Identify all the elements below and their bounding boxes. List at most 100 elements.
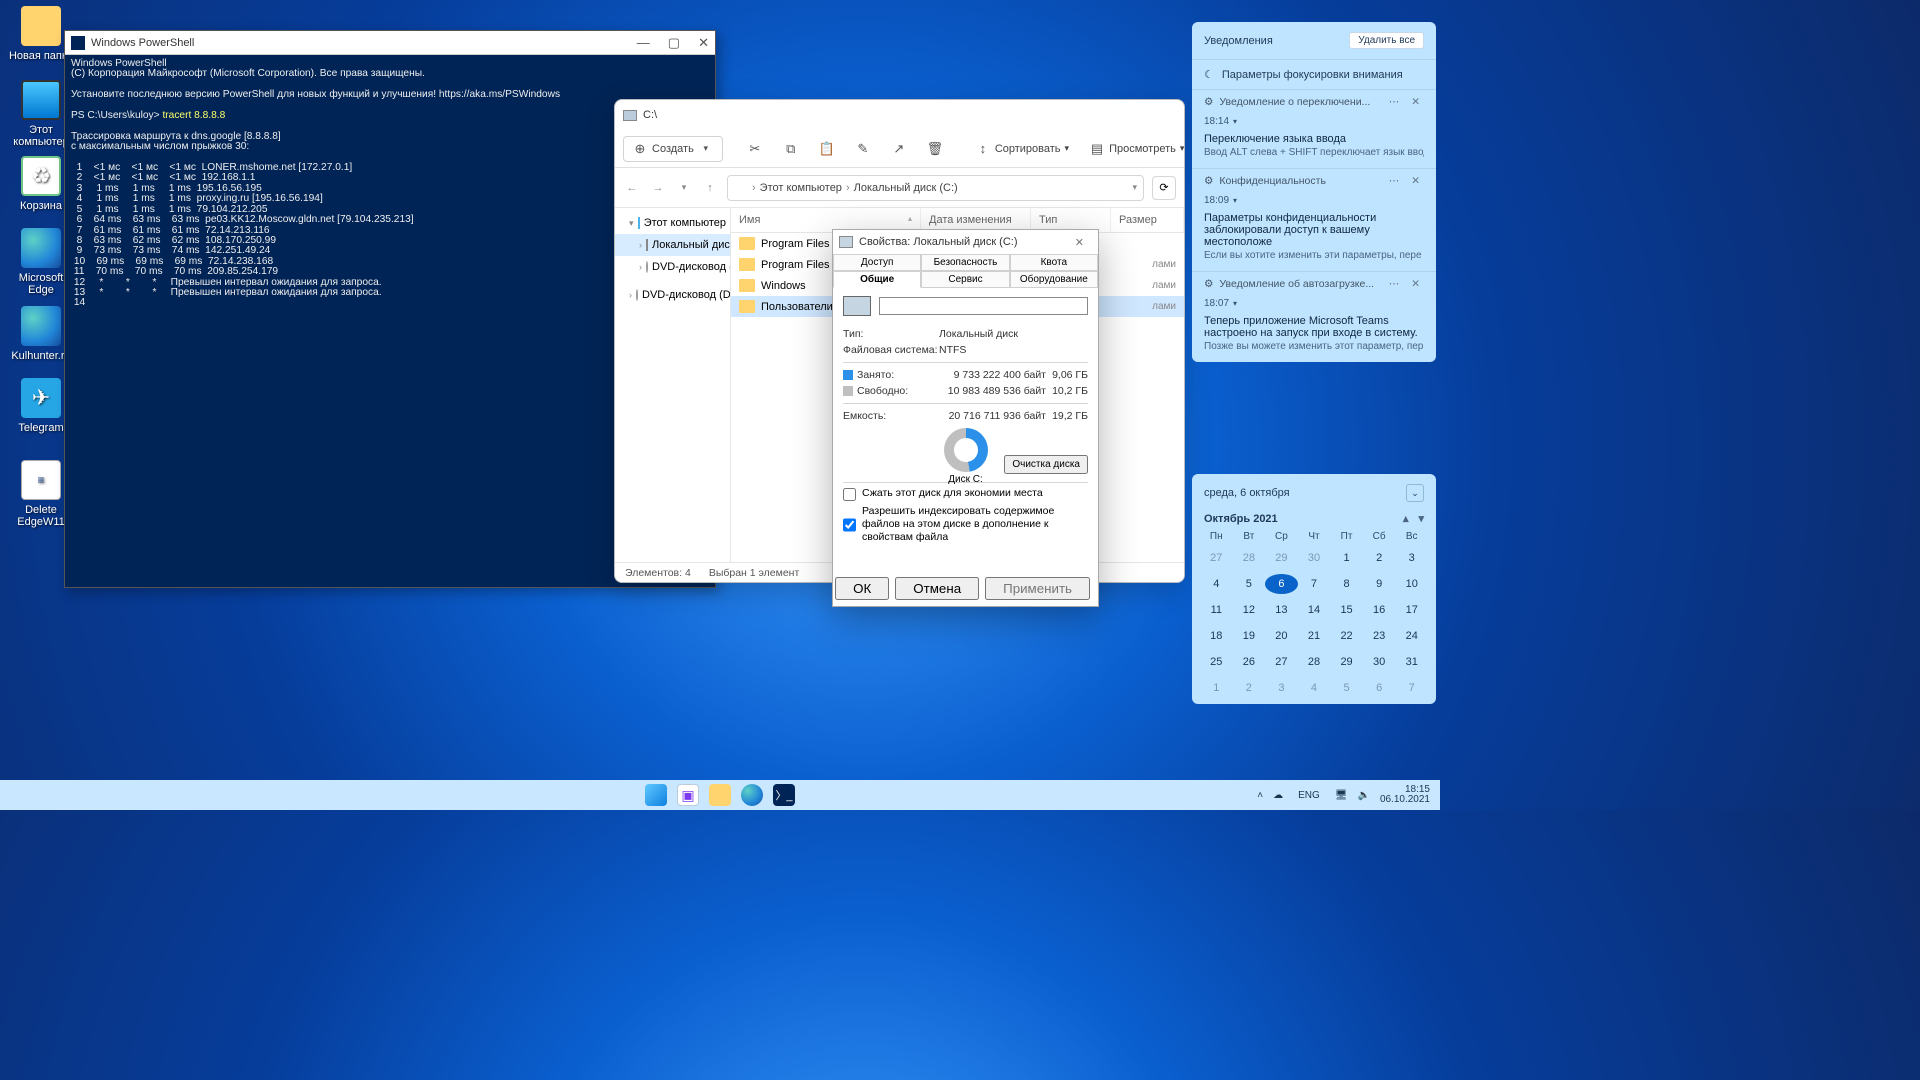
calendar-day[interactable]: 22 [1330, 626, 1363, 646]
calendar-day[interactable]: 28 [1298, 652, 1331, 672]
tree-dvd-d2[interactable]: ›DVD-дисковод (D:) [615, 284, 730, 306]
calendar-day[interactable]: 16 [1363, 600, 1396, 620]
calendar-day[interactable]: 3 [1395, 548, 1428, 568]
share-button[interactable]: ↗ [883, 137, 915, 161]
calendar-day[interactable]: 7 [1395, 678, 1428, 698]
tree-this-pc[interactable]: ▾Этот компьютер [615, 212, 730, 234]
calendar-day[interactable]: 10 [1395, 574, 1428, 594]
calendar-day[interactable]: 5 [1233, 574, 1266, 594]
refresh-button[interactable]: ⟳ [1152, 176, 1176, 200]
cancel-button[interactable]: Отмена [895, 577, 979, 600]
apply-button[interactable]: Применить [985, 577, 1090, 600]
forward-button[interactable]: → [649, 182, 667, 194]
up-button[interactable]: ▾ [675, 182, 693, 193]
focus-settings[interactable]: ☾ Параметры фокусировки внимания [1192, 59, 1436, 89]
calendar-day[interactable]: 1 [1200, 678, 1233, 698]
calendar-day[interactable]: 19 [1233, 626, 1266, 646]
calendar-day[interactable]: 28 [1233, 548, 1266, 568]
calendar-day[interactable]: 5 [1330, 678, 1363, 698]
month-label[interactable]: Октябрь 2021 [1204, 513, 1278, 525]
notification-item[interactable]: Теперь приложение Microsoft Teams настро… [1192, 311, 1436, 362]
tree-local-disk-c[interactable]: ›Локальный диск ( [615, 234, 730, 256]
paste-button[interactable]: 📋 [811, 137, 843, 161]
back-button[interactable]: ← [623, 182, 641, 194]
calendar-day[interactable]: 3 [1265, 678, 1298, 698]
notification-group-header[interactable]: ⚙Уведомление об автозагрузке...⋯✕ [1192, 272, 1436, 296]
tab-general[interactable]: Общие [833, 271, 921, 288]
calendar-day[interactable]: 26 [1233, 652, 1266, 672]
more-icon[interactable]: ⋯ [1389, 278, 1402, 290]
tray-onedrive-icon[interactable]: ☁ [1273, 790, 1283, 801]
tab-quota[interactable]: Квота [1010, 254, 1098, 271]
tab-access[interactable]: Доступ [833, 254, 921, 271]
close-button[interactable]: ✕ [698, 35, 709, 51]
prev-month-button[interactable]: ▴ [1403, 512, 1409, 525]
calendar-day[interactable]: 4 [1298, 678, 1331, 698]
calendar-day[interactable]: 2 [1363, 548, 1396, 568]
calendar-day[interactable]: 31 [1395, 652, 1428, 672]
create-button[interactable]: ⊕Создать▾ [623, 136, 723, 162]
copy-button[interactable]: ⧉ [775, 137, 807, 161]
properties-titlebar[interactable]: Свойства: Локальный диск (C:) ✕ [833, 230, 1098, 254]
up-button[interactable]: ↑ [701, 182, 719, 194]
calendar-day[interactable]: 18 [1200, 626, 1233, 646]
tree-dvd-d[interactable]: ›DVD-дисковод (D: [615, 256, 730, 278]
start-button[interactable] [645, 784, 667, 806]
tray-network-icon[interactable]: 🖥 [1335, 790, 1348, 801]
col-size[interactable]: Размер [1111, 208, 1184, 232]
more-icon[interactable]: ⋯ [1389, 175, 1402, 187]
dismiss-button[interactable]: ✕ [1407, 278, 1424, 290]
volume-label-input[interactable] [879, 297, 1088, 315]
collapse-button[interactable]: ⌄ [1406, 484, 1424, 502]
language-indicator[interactable]: ENG [1293, 788, 1325, 803]
sort-button[interactable]: ↕Сортировать▾ [967, 137, 1077, 161]
view-button[interactable]: ▤Просмотреть▾ [1081, 137, 1185, 161]
taskbar-powershell[interactable]: 〉_ [773, 784, 795, 806]
calendar-day[interactable]: 21 [1298, 626, 1331, 646]
calendar-day[interactable]: 30 [1363, 652, 1396, 672]
compress-checkbox[interactable]: Сжать этот диск для экономии места [843, 487, 1088, 501]
calendar-day[interactable]: 7 [1298, 574, 1331, 594]
taskbar-explorer[interactable] [709, 784, 731, 806]
calendar-day[interactable]: 25 [1200, 652, 1233, 672]
disk-cleanup-button[interactable]: Очистка диска [1004, 455, 1088, 474]
calendar-day[interactable]: 30 [1298, 548, 1331, 568]
ok-button[interactable]: ОК [835, 577, 889, 600]
calendar-day[interactable]: 24 [1395, 626, 1428, 646]
calendar-day[interactable]: 6 [1265, 574, 1298, 594]
calendar-day[interactable]: 23 [1363, 626, 1396, 646]
clear-all-button[interactable]: Удалить все [1349, 32, 1424, 49]
calendar-day[interactable]: 14 [1298, 600, 1331, 620]
more-icon[interactable]: ⋯ [1389, 96, 1402, 108]
calendar-day[interactable]: 27 [1200, 548, 1233, 568]
dismiss-button[interactable]: ✕ [1407, 96, 1424, 108]
calendar-day[interactable]: 27 [1265, 652, 1298, 672]
tray-volume-icon[interactable]: 🔈 [1357, 790, 1369, 801]
calendar-day[interactable]: 15 [1330, 600, 1363, 620]
calendar-day[interactable]: 2 [1233, 678, 1266, 698]
rename-button[interactable]: ✎ [847, 137, 879, 161]
powershell-titlebar[interactable]: Windows PowerShell — ▢ ✕ [65, 31, 715, 55]
explorer-titlebar[interactable]: C:\ [615, 100, 1184, 130]
clock[interactable]: 18:15 06.10.2021 [1380, 785, 1430, 805]
calendar-day[interactable]: 8 [1330, 574, 1363, 594]
breadcrumb[interactable]: › Этот компьютер › Локальный диск (C:) ▾ [727, 175, 1144, 201]
maximize-button[interactable]: ▢ [668, 35, 680, 51]
index-checkbox[interactable]: Разрешить индексировать содержимое файло… [843, 505, 1088, 544]
close-button[interactable]: ✕ [1067, 236, 1092, 249]
tray-chevron[interactable]: ˄ [1257, 790, 1263, 801]
calendar-day[interactable]: 9 [1363, 574, 1396, 594]
calendar-day[interactable]: 4 [1200, 574, 1233, 594]
calendar-day[interactable]: 29 [1265, 548, 1298, 568]
notification-item[interactable]: Переключение языка вводаВвод ALT слева +… [1192, 129, 1436, 168]
chevron-down-icon[interactable]: ▾ [1132, 182, 1137, 193]
calendar-day[interactable]: 1 [1330, 548, 1363, 568]
notification-item[interactable]: Параметры конфиденциальности заблокирова… [1192, 208, 1436, 271]
cut-button[interactable]: ✂ [739, 137, 771, 161]
dismiss-button[interactable]: ✕ [1407, 175, 1424, 187]
taskbar-edge[interactable] [741, 784, 763, 806]
tab-security[interactable]: Безопасность [921, 254, 1009, 271]
notification-group-header[interactable]: ⚙Конфиденциальность⋯✕ [1192, 169, 1436, 193]
next-month-button[interactable]: ▾ [1418, 512, 1424, 525]
tab-hardware[interactable]: Оборудование [1010, 271, 1098, 288]
